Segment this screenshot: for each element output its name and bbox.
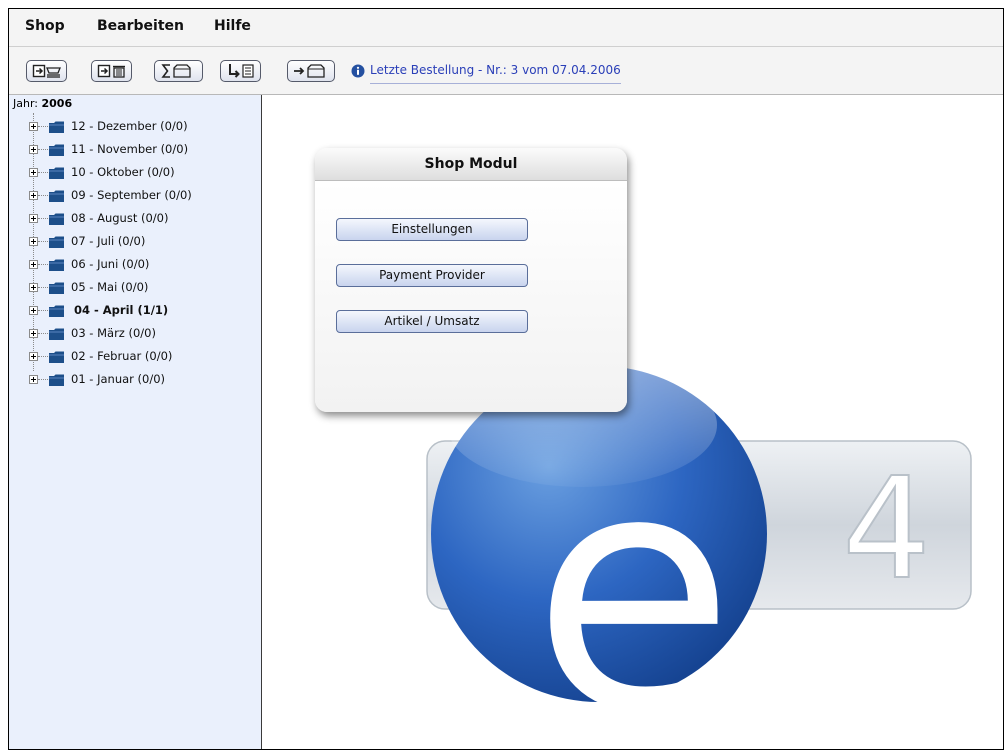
folder-icon: [48, 142, 65, 156]
expand-icon[interactable]: [29, 213, 38, 223]
tree-item-month[interactable]: 08 - August (0/0): [28, 209, 168, 227]
down-document-icon: [228, 64, 254, 78]
artikel-umsatz-button[interactable]: Artikel / Umsatz: [336, 310, 528, 333]
expand-icon[interactable]: [29, 282, 38, 292]
tree-item-month[interactable]: 04 - April (1/1): [28, 301, 168, 319]
main-area: 4 e Shop Modul Einstellungen Payment Pro…: [262, 95, 1003, 750]
tree-item-month[interactable]: 07 - Juli (0/0): [28, 232, 145, 250]
tree-connector: [38, 333, 48, 334]
tree-item-label: 07 - Juli (0/0): [71, 234, 146, 248]
tree-item-month[interactable]: 11 - November (0/0): [28, 140, 188, 158]
arrow-bag-icon: [294, 64, 325, 78]
tree-item-label: 03 - März (0/0): [71, 326, 156, 340]
tree-item-label: 05 - Mai (0/0): [71, 280, 149, 294]
tree-item-month[interactable]: 09 - September (0/0): [28, 186, 192, 204]
payment-provider-button[interactable]: Payment Provider: [336, 264, 528, 287]
expand-icon[interactable]: [29, 328, 38, 338]
tree-item-label: 01 - Januar (0/0): [71, 372, 166, 386]
folder-icon: [48, 349, 65, 363]
import-cart-icon: [32, 64, 61, 78]
year-value: 2006: [41, 97, 73, 110]
tree-item-month[interactable]: 05 - Mai (0/0): [28, 278, 148, 296]
import-delete-icon: [97, 64, 125, 78]
expand-icon[interactable]: [29, 144, 38, 154]
tree-item-month[interactable]: 03 - März (0/0): [28, 324, 156, 342]
last-order-link[interactable]: Letzte Bestellung - Nr.: 3 vom 07.04.200…: [370, 63, 621, 84]
panel-body: Einstellungen Payment Provider Artikel /…: [315, 181, 627, 412]
info-icon: [351, 64, 365, 78]
folder-icon: [48, 234, 65, 248]
expand-icon[interactable]: [29, 236, 38, 246]
menu-bearbeiten[interactable]: Bearbeiten: [97, 18, 184, 34]
tree-item-label: 11 - November (0/0): [71, 142, 189, 156]
tree-item-month[interactable]: 01 - Januar (0/0): [28, 370, 165, 388]
tree-connector: [38, 379, 48, 380]
tree-connector: [38, 310, 48, 311]
tree-item-month[interactable]: 12 - Dezember (0/0): [28, 117, 188, 135]
sum-bag-icon: [160, 64, 191, 78]
expand-icon[interactable]: [29, 167, 38, 177]
tree-connector: [38, 356, 48, 357]
app-window: Shop Bearbeiten Hilfe Letzte Bestellung …: [8, 8, 1004, 750]
folder-icon: [48, 257, 65, 271]
tree-connector: [38, 172, 48, 173]
tree-connector: [38, 149, 48, 150]
menu-shop[interactable]: Shop: [25, 18, 65, 34]
panel-title: Shop Modul: [424, 156, 518, 172]
tree-connector: [38, 126, 48, 127]
folder-icon: [48, 165, 65, 179]
tree-item-label: 04 - April (1/1): [74, 303, 169, 317]
tree-connector: [38, 287, 48, 288]
tree-item-label: 06 - Juni (0/0): [71, 257, 150, 271]
menu-bar: Shop Bearbeiten Hilfe: [9, 9, 1003, 47]
sidebar: Jahr: 2006 12 - Dezember (0/0) 11 - Novem…: [9, 95, 262, 749]
tree-item-month[interactable]: 10 - Oktober (0/0): [28, 163, 175, 181]
expand-icon[interactable]: [29, 190, 38, 200]
folder-icon: [48, 188, 65, 202]
folder-icon: [48, 372, 65, 386]
down-document-button[interactable]: [220, 60, 261, 82]
folder-icon: [48, 280, 65, 294]
tree-item-label: 09 - September (0/0): [71, 188, 192, 202]
tree-item-label: 02 - Februar (0/0): [71, 349, 173, 363]
arrow-bag-button[interactable]: [287, 60, 335, 82]
expand-icon[interactable]: [29, 305, 38, 315]
expand-icon[interactable]: [29, 351, 38, 361]
expand-icon[interactable]: [29, 121, 38, 131]
tree-connector: [38, 241, 48, 242]
tree-item-month[interactable]: 06 - Juni (0/0): [28, 255, 149, 273]
tree-item-label: 10 - Oktober (0/0): [71, 165, 175, 179]
folder-icon: [48, 303, 65, 317]
tree-connector: [38, 218, 48, 219]
year-label: Jahr: 2006: [13, 97, 72, 110]
expand-icon[interactable]: [29, 374, 38, 384]
logo-number: 4: [842, 448, 931, 611]
shop-modul-panel: Shop Modul Einstellungen Payment Provide…: [315, 148, 627, 412]
toolbar: Letzte Bestellung - Nr.: 3 vom 07.04.200…: [9, 47, 1003, 95]
import-cart-button[interactable]: [26, 60, 67, 82]
tree-item-label: 12 - Dezember (0/0): [71, 119, 188, 133]
sum-bag-button[interactable]: [154, 60, 203, 82]
logo-letter: e: [532, 401, 735, 750]
folder-icon: [48, 211, 65, 225]
tree-item-month[interactable]: 02 - Februar (0/0): [28, 347, 172, 365]
folder-icon: [48, 119, 65, 133]
tree-connector: [38, 195, 48, 196]
year-prefix: Jahr:: [13, 97, 38, 110]
expand-icon[interactable]: [29, 259, 38, 269]
menu-hilfe[interactable]: Hilfe: [214, 18, 251, 34]
tree-connector: [38, 264, 48, 265]
import-delete-button[interactable]: [91, 60, 132, 82]
tree-item-label: 08 - August (0/0): [71, 211, 169, 225]
panel-header: Shop Modul: [315, 148, 627, 181]
einstellungen-button[interactable]: Einstellungen: [336, 218, 528, 241]
folder-icon: [48, 326, 65, 340]
